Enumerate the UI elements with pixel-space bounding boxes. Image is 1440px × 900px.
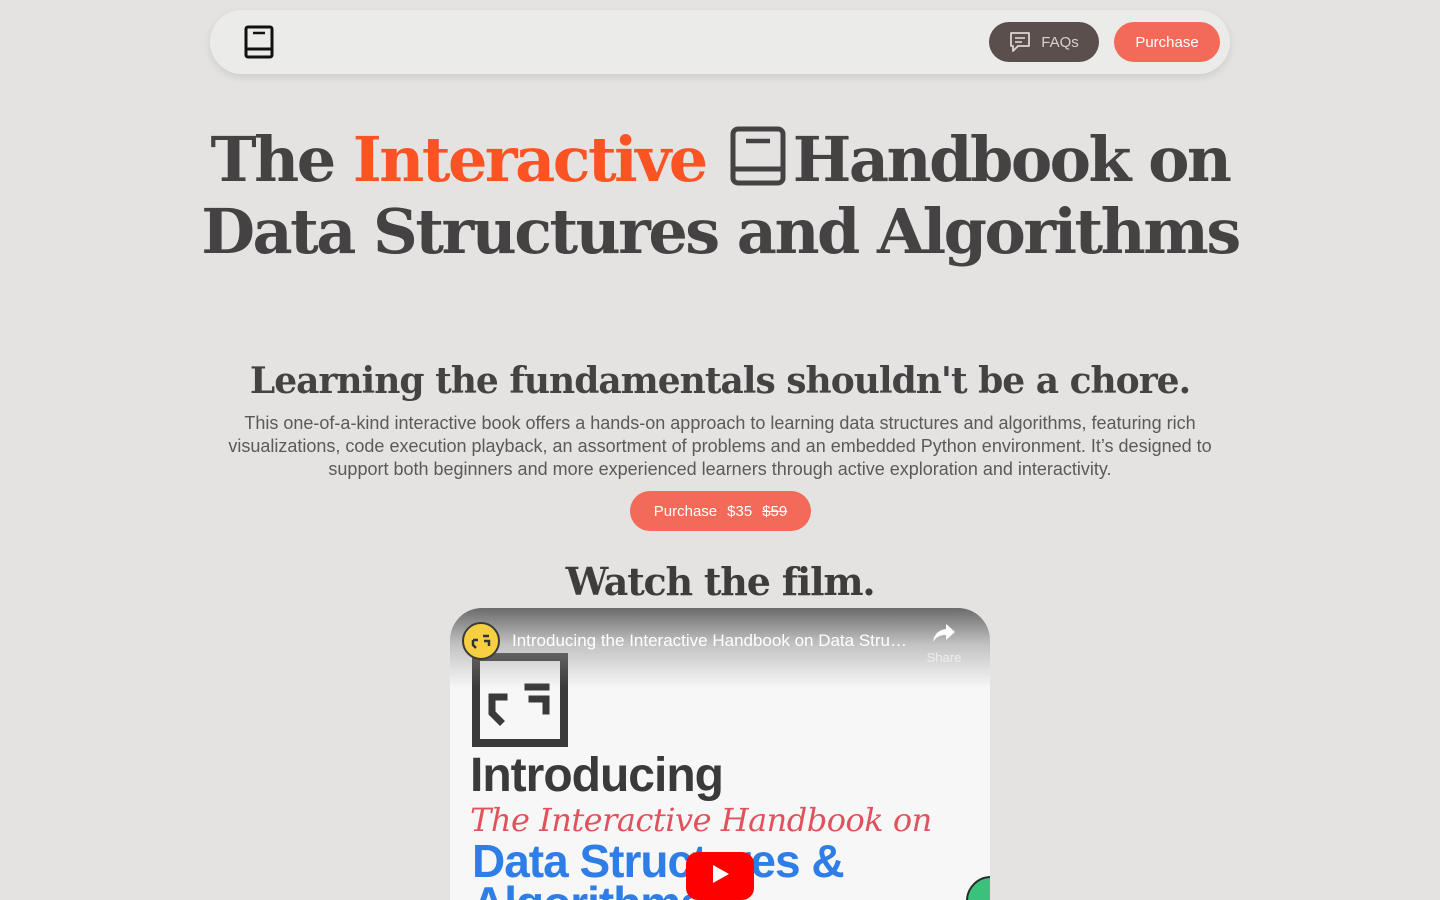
share-arrow-icon [931,624,957,648]
channel-avatar[interactable] [462,622,500,660]
top-nav: FAQs Purchase [210,10,1230,74]
purchase-button[interactable]: Purchase $35 $59 [630,491,811,531]
hero-description: This one-of-a-kind interactive book offe… [228,413,1212,479]
faqs-label: FAQs [1041,33,1079,51]
film-heading: Watch the film. [565,559,876,604]
play-button[interactable] [686,852,754,900]
book-icon [729,125,787,187]
chat-bubble-icon [1009,31,1031,53]
play-icon [709,863,731,890]
video-player[interactable]: Introducing The Interactive Handbook on … [450,608,990,900]
page-title: The Interactive Handbook on Data Structu… [200,123,1241,268]
share-button[interactable]: Share [920,620,968,668]
purchase-label: Purchase [653,502,718,520]
purchase-nav-label: Purchase [1135,33,1199,51]
thumbnail-intro: Introducing [470,749,724,802]
hero-subtitle: Learning the fundamentals shouldn't be a… [249,360,1191,402]
thumbnail-algorithms: Algorithms [472,876,706,900]
faqs-button[interactable]: FAQs [989,22,1099,62]
mascot-decoration [966,876,990,900]
book-icon[interactable] [244,25,276,59]
price: $35 [727,502,753,520]
video-title[interactable]: Introducing the Interactive Handbook on … [512,630,912,652]
share-label: Share [926,650,962,665]
purchase-nav-button[interactable]: Purchase [1114,22,1220,62]
title-accent: Interactive [352,123,708,196]
title-prefix: The [210,123,337,196]
old-price: $59 [762,502,788,520]
